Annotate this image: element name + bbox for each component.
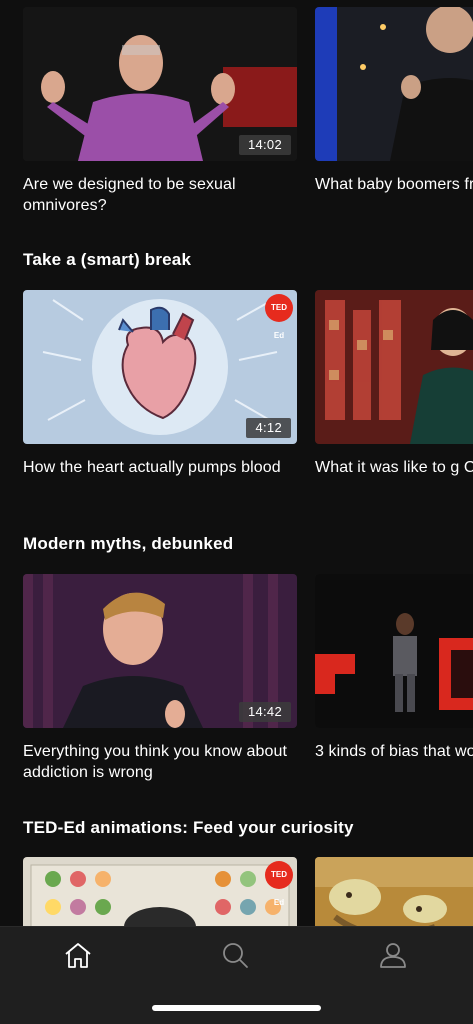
section-heading: Modern myths, debunked <box>23 534 234 553</box>
sloth-animation-image <box>315 857 473 926</box>
talk-card[interactable]: What baby boomers from millennials at w <box>315 7 473 195</box>
talk-card[interactable]: 14:02 Are we designed to be sexual omniv… <box>23 7 297 216</box>
talk-card[interactable]: TED Ed 4:12 How the heart actually pumps… <box>23 290 297 478</box>
tab-profile[interactable] <box>373 939 413 971</box>
talk-thumbnail[interactable] <box>315 290 473 444</box>
talk-title[interactable]: What it was like to g China's one-child … <box>315 457 473 478</box>
duration-badge: 4:12 <box>246 418 291 438</box>
home-icon <box>65 943 91 968</box>
talk-thumbnail[interactable]: 14:42 <box>23 574 297 728</box>
talk-thumbnail[interactable] <box>315 574 473 728</box>
ted-ed-animation-image <box>23 857 297 926</box>
carousel-row-3[interactable]: 14:42 Everything you think you know abou… <box>0 574 473 789</box>
talk-title[interactable]: Everything you think you know about addi… <box>23 741 293 783</box>
tab-home[interactable] <box>58 939 98 971</box>
talk-thumbnail[interactable] <box>315 7 473 161</box>
talk-card[interactable]: What it was like to g China's one-child … <box>315 290 473 478</box>
carousel-row-2[interactable]: TED Ed 4:12 How the heart actually pumps… <box>0 290 473 505</box>
talk-title[interactable]: How the heart actually pumps blood <box>23 457 293 478</box>
talk-thumbnail[interactable]: TED Ed 4:12 <box>23 290 297 444</box>
talk-thumbnail[interactable]: 14:02 <box>23 7 297 161</box>
talk-title[interactable]: 3 kinds of bias that worldview <box>315 741 473 762</box>
carousel-row-1[interactable]: 14:02 Are we designed to be sexual omniv… <box>0 7 473 222</box>
talk-title[interactable]: Are we designed to be sexual omnivores? <box>23 174 293 216</box>
speaker-image <box>315 290 473 444</box>
talk-card[interactable]: 14:42 Everything you think you know abou… <box>23 574 297 783</box>
talk-card[interactable] <box>315 857 473 926</box>
search-icon <box>223 943 248 968</box>
home-indicator[interactable] <box>152 1005 321 1011</box>
speaker-image <box>315 7 473 161</box>
talk-thumbnail[interactable]: TED Ed <box>23 857 297 926</box>
section-heading: TED-Ed animations: Feed your curiosity <box>23 818 354 837</box>
duration-badge: 14:42 <box>238 702 291 722</box>
talk-card[interactable]: 3 kinds of bias that worldview <box>315 574 473 762</box>
ted-ed-badge: TED Ed <box>265 861 293 907</box>
section-heading: Take a (smart) break <box>23 250 192 269</box>
speaker-image <box>315 574 473 728</box>
home-feed[interactable]: 14:02 Are we designed to be sexual omniv… <box>0 0 473 926</box>
ted-ed-badge: TED Ed <box>265 294 293 340</box>
talk-card[interactable]: TED Ed <box>23 857 297 926</box>
talk-thumbnail[interactable] <box>315 857 473 926</box>
carousel-row-4[interactable]: TED Ed <box>0 857 473 926</box>
duration-badge: 14:02 <box>238 135 291 155</box>
tab-search[interactable] <box>215 939 255 971</box>
talk-title[interactable]: What baby boomers from millennials at w <box>315 174 473 195</box>
profile-icon <box>380 943 406 968</box>
